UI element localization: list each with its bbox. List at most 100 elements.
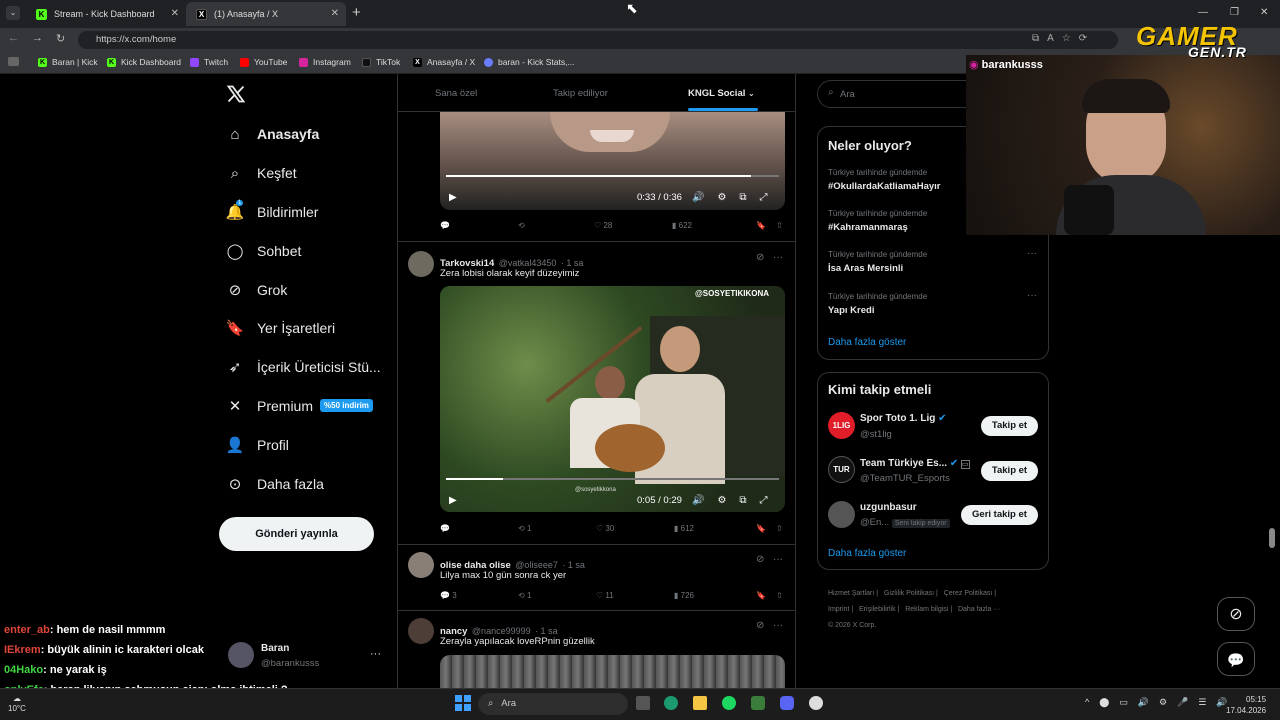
video-controls[interactable]: 🔊⚙⧉⤢ bbox=[692, 490, 781, 510]
more-icon[interactable]: ··· bbox=[773, 554, 783, 565]
reply-icon[interactable]: 💬 bbox=[440, 524, 518, 533]
share-icon[interactable]: ⇧ bbox=[776, 221, 783, 230]
weather-widget[interactable]: ☁ 10°C bbox=[8, 694, 26, 714]
window-close-button[interactable]: ✕ bbox=[1260, 7, 1268, 18]
like-icon[interactable]: ♡ 28 bbox=[594, 221, 672, 230]
minimize-button[interactable]: — bbox=[1198, 7, 1208, 18]
views-icon[interactable]: ▮ 622 bbox=[672, 221, 756, 230]
url-field[interactable]: https://x.com/home bbox=[78, 31, 1118, 49]
footer-link[interactable]: Imprint bbox=[828, 606, 849, 613]
nav-item-6[interactable]: ➶ İçerik Üreticisi Stü... bbox=[226, 358, 381, 376]
new-tab-button[interactable]: + bbox=[352, 4, 361, 21]
messages-floating-icon[interactable]: 💬 bbox=[1217, 642, 1255, 676]
bookmark-twitch[interactable]: Twitch bbox=[190, 57, 228, 67]
post-media[interactable] bbox=[440, 655, 785, 688]
more-icon[interactable]: ··· bbox=[1027, 290, 1037, 301]
reply-icon[interactable]: 💬 bbox=[440, 221, 518, 230]
footer-link[interactable]: Hizmet Şartları bbox=[828, 590, 874, 597]
grok-icon[interactable]: ⊘ bbox=[756, 252, 764, 263]
forward-icon[interactable]: → bbox=[32, 32, 43, 44]
progress-track[interactable] bbox=[446, 478, 779, 480]
trend-name[interactable]: İsa Aras Mersinli bbox=[828, 263, 903, 274]
nav-item-1[interactable]: ⌕ Keşfet bbox=[226, 164, 297, 182]
play-icon[interactable]: ▶ bbox=[449, 490, 457, 510]
bookmark-x[interactable]: X Anasayfa / X bbox=[413, 57, 475, 67]
tab-kick-dashboard[interactable]: K Stream - Kick Dashboard ✕ bbox=[26, 2, 186, 26]
nav-item-5[interactable]: 🔖 Yer İşaretleri bbox=[226, 319, 335, 337]
like-icon[interactable]: ♡ 30 bbox=[596, 524, 674, 533]
tab-following[interactable]: Takip ediliyor bbox=[553, 88, 608, 99]
views-icon[interactable]: ▮ 726 bbox=[674, 591, 756, 600]
trend-name[interactable]: #Kahramanmaraş bbox=[828, 222, 908, 233]
nav-item-0[interactable]: ⌂ Anasayfa bbox=[226, 125, 319, 143]
bookmark-kick-stats[interactable]: baran - Kick Stats,... bbox=[484, 57, 575, 67]
bookmark-baran-kick[interactable]: K Baran | Kick bbox=[38, 57, 98, 67]
account-more-icon[interactable]: ··· bbox=[370, 648, 381, 660]
footer-link[interactable]: Daha fazla ··· bbox=[958, 606, 1000, 613]
more-icon[interactable]: ··· bbox=[1027, 248, 1037, 259]
footer-link[interactable]: Gizlilik Politikası bbox=[884, 590, 934, 597]
grok-icon[interactable]: ⊘ bbox=[756, 620, 764, 631]
more-icon[interactable]: ··· bbox=[773, 620, 783, 631]
follow-name[interactable]: Spor Toto 1. Lig ✔ bbox=[860, 413, 947, 424]
bookmark-kick-dashboard[interactable]: K Kick Dashboard bbox=[107, 57, 181, 67]
nav-item-8[interactable]: 👤 Profil bbox=[226, 436, 289, 454]
tab-list-button[interactable]: ⌄ bbox=[6, 6, 20, 20]
follow-name[interactable]: uzgunbasur bbox=[860, 502, 917, 513]
nav-item-4[interactable]: ⊘ Grok bbox=[226, 281, 288, 299]
bookmark-icon[interactable]: 🔖 bbox=[756, 524, 776, 533]
file-explorer-icon[interactable] bbox=[693, 696, 707, 710]
avatar[interactable]: 1LIG bbox=[828, 412, 855, 439]
close-icon[interactable]: ✕ bbox=[331, 8, 339, 19]
grok-floating-icon[interactable]: ⊘ bbox=[1217, 597, 1255, 631]
bookmark-tiktok[interactable]: TikTok bbox=[362, 57, 400, 67]
avatar[interactable]: TUR bbox=[828, 456, 855, 483]
taskbar-search[interactable]: ⌕ Ara bbox=[478, 693, 628, 715]
back-icon[interactable]: ← bbox=[8, 32, 19, 44]
tab-for-you[interactable]: Sana özel bbox=[435, 88, 477, 99]
trend-name[interactable]: Yapı Kredi bbox=[828, 305, 874, 316]
nav-item-3[interactable]: ◯ Sohbet bbox=[226, 242, 302, 260]
toolbar-icons[interactable]: ⧉A☆⟳ bbox=[1032, 33, 1095, 44]
footer-link[interactable]: Erişilebilirlik bbox=[859, 606, 896, 613]
follow-show-more[interactable]: Daha fazla göster bbox=[828, 548, 906, 559]
views-icon[interactable]: ▮ 612 bbox=[674, 524, 756, 533]
retweet-icon[interactable]: ⟲ 1 bbox=[518, 524, 596, 533]
video-controls[interactable]: 🔊⚙⧉⤢ bbox=[692, 187, 781, 207]
trend-name[interactable]: #OkullardaKatliamaHayır bbox=[828, 181, 940, 192]
reload-icon[interactable]: ↻ bbox=[56, 32, 65, 45]
avatar[interactable] bbox=[408, 618, 434, 644]
x-logo-icon[interactable] bbox=[226, 84, 246, 109]
task-view-icon[interactable] bbox=[636, 696, 650, 710]
tab-kngl-social[interactable]: KNGL Social ⌄ bbox=[688, 88, 755, 99]
play-icon[interactable]: ▶ bbox=[449, 187, 457, 207]
follow-back-button[interactable]: Geri takip et bbox=[961, 505, 1038, 525]
share-icon[interactable]: ⇧ bbox=[776, 524, 783, 533]
post-button[interactable]: Gönderi yayınla bbox=[219, 517, 374, 551]
bookmark-youtube[interactable]: YouTube bbox=[240, 57, 287, 67]
footer-link[interactable]: Çerez Politikası bbox=[944, 590, 993, 597]
avatar[interactable] bbox=[408, 251, 434, 277]
discord-icon[interactable] bbox=[780, 696, 794, 710]
grok-icon[interactable]: ⊘ bbox=[756, 554, 764, 565]
follow-name[interactable]: Team Türkiye Es... ✔ ▭ bbox=[860, 458, 970, 469]
nav-item-2[interactable]: 🔔 Bildirimler 1 bbox=[226, 200, 318, 221]
avatar[interactable] bbox=[228, 642, 254, 668]
app-icon[interactable] bbox=[751, 696, 765, 710]
spotify-icon[interactable] bbox=[722, 696, 736, 710]
bookmark-icon[interactable]: 🔖 bbox=[756, 221, 776, 230]
like-icon[interactable]: ♡ 11 bbox=[596, 591, 674, 600]
sidebar-toggle-icon[interactable] bbox=[8, 57, 24, 66]
edge-icon[interactable] bbox=[664, 696, 678, 710]
avatar[interactable] bbox=[408, 552, 434, 578]
retweet-icon[interactable]: ⟲ 1 bbox=[518, 591, 596, 600]
bookmark-instagram[interactable]: Instagram bbox=[299, 57, 351, 67]
bookmark-icon[interactable]: 🔖 bbox=[756, 591, 776, 600]
footer-link[interactable]: Reklam bilgisi bbox=[905, 606, 948, 613]
nav-item-9[interactable]: ⊙ Daha fazla bbox=[226, 475, 324, 493]
follow-button[interactable]: Takip et bbox=[981, 416, 1038, 436]
follow-button[interactable]: Takip et bbox=[981, 461, 1038, 481]
clock[interactable]: 05:15 17.04.2026 bbox=[1226, 694, 1266, 716]
trends-show-more[interactable]: Daha fazla göster bbox=[828, 337, 906, 348]
windows-start-icon[interactable] bbox=[455, 695, 471, 711]
